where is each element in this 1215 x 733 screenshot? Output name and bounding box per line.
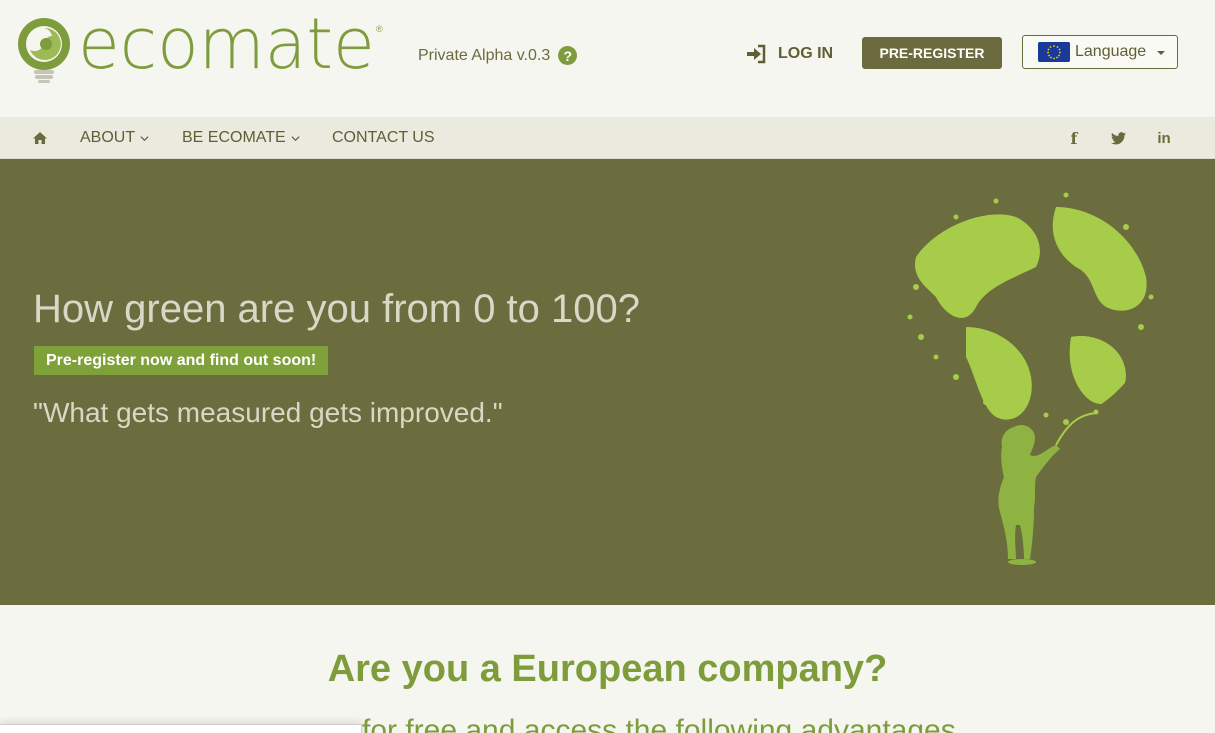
linkedin-icon[interactable]: in — [1154, 117, 1174, 159]
home-link[interactable] — [32, 117, 48, 159]
language-label: Language — [1075, 43, 1147, 60]
hero-banner: How green are you from 0 to 100? Pre-reg… — [0, 159, 1215, 605]
chevron-down-icon — [291, 135, 300, 141]
leaf-globe-child-illustration — [907, 192, 1154, 565]
login-link[interactable]: LOG IN — [746, 44, 833, 64]
bottom-overlay-bar — [0, 724, 362, 733]
pre-register-cta[interactable]: Pre-register now and find out soon! — [34, 346, 329, 375]
version-text: Private Alpha v.0.3 — [418, 46, 551, 64]
home-icon — [33, 132, 47, 144]
caret-down-icon — [1157, 51, 1166, 55]
section-subtitle: for free and access the following advant… — [362, 714, 956, 733]
chevron-down-icon — [140, 135, 149, 141]
nav-be-ecomate-label: BE ECOMATE — [182, 129, 286, 146]
hero-title: How green are you from 0 to 100? — [33, 287, 641, 331]
logo-wordmark: ecomate — [78, 3, 375, 85]
nav-about-label: ABOUT — [80, 129, 136, 146]
lightbulb-logo-icon — [18, 18, 70, 83]
hero-quote: "What gets measured gets improved." — [33, 397, 503, 428]
site-header: ecomate ® Private Alpha v.0.3 ? LOG IN P… — [0, 0, 1215, 117]
sign-in-icon — [747, 44, 766, 64]
version-label: Private Alpha v.0.3 ? — [418, 46, 578, 65]
pre-register-button[interactable]: PRE-REGISTER — [862, 37, 1002, 69]
registered-mark: ® — [376, 24, 383, 34]
question-circle-icon[interactable]: ? — [558, 46, 578, 65]
language-dropdown[interactable]: Language — [1022, 35, 1178, 69]
facebook-icon[interactable]: f — [1064, 117, 1084, 159]
nav-about[interactable]: ABOUT — [80, 117, 149, 159]
login-label: LOG IN — [778, 45, 834, 62]
main-nav: ABOUT BE ECOMATE CONTACT US f in — [0, 117, 1215, 159]
nav-contact-label: CONTACT US — [332, 129, 435, 146]
nav-be-ecomate[interactable]: BE ECOMATE — [182, 117, 300, 159]
nav-contact-us[interactable]: CONTACT US — [332, 117, 435, 159]
ecomate-logo[interactable]: ecomate — [16, 3, 384, 85]
twitter-icon[interactable] — [1108, 117, 1128, 159]
section-title: Are you a European company? — [327, 648, 888, 690]
eu-flag-icon — [1038, 42, 1070, 62]
